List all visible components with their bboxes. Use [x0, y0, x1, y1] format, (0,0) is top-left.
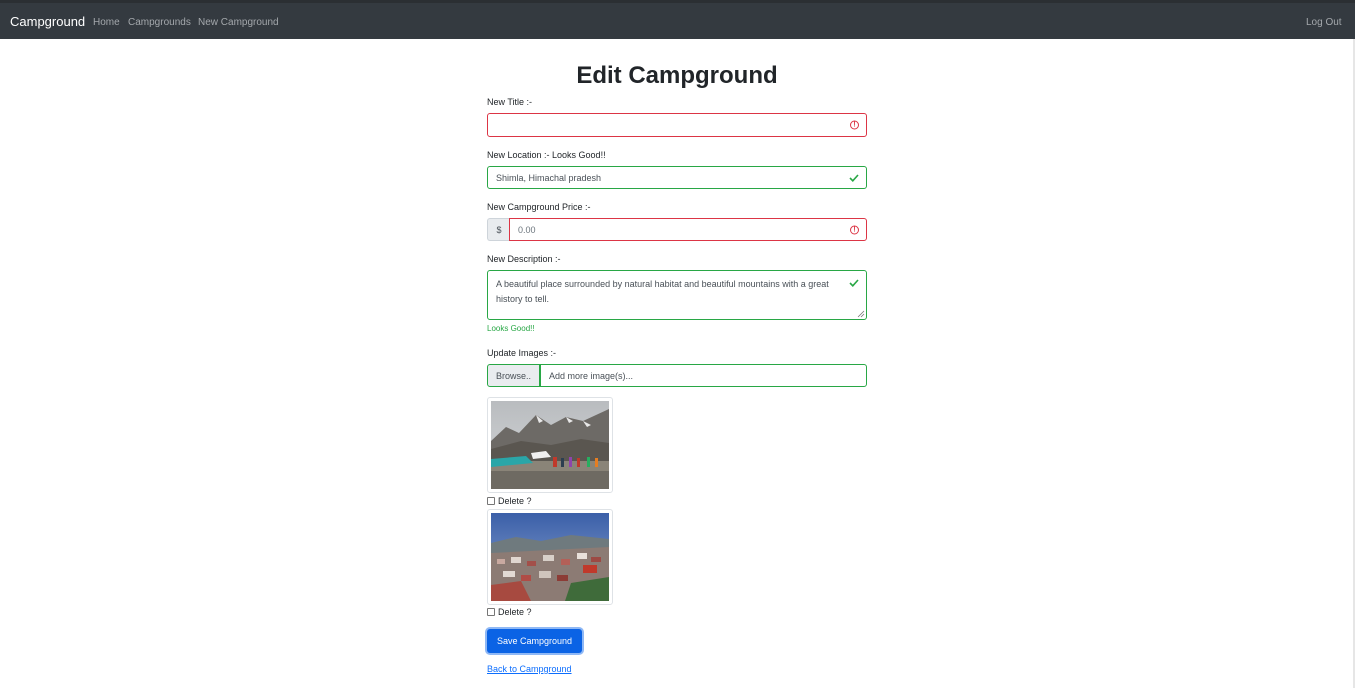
- location-input-value: Shimla, Himachal pradesh: [496, 172, 602, 183]
- campground-image-2: [487, 509, 613, 605]
- description-feedback: Looks Good!!: [487, 324, 535, 333]
- resize-grip-icon[interactable]: [857, 310, 865, 318]
- price-input[interactable]: 0.00 !: [509, 218, 867, 241]
- delete-label-1: Delete ?: [498, 496, 532, 506]
- nav-link-new-campground[interactable]: New Campground: [198, 17, 279, 28]
- price-label: New Campground Price :-: [487, 202, 591, 212]
- delete-checkbox-1[interactable]: [487, 497, 495, 505]
- save-campground-button[interactable]: Save Campground: [487, 629, 582, 653]
- location-input[interactable]: Shimla, Himachal pradesh: [487, 166, 867, 189]
- invalid-icon: !: [850, 120, 859, 130]
- delete-image-1: Delete ?: [487, 496, 532, 506]
- check-icon: [849, 279, 859, 288]
- delete-label-2: Delete ?: [498, 607, 532, 617]
- title-label: New Title :-: [487, 97, 533, 107]
- delete-checkbox-2[interactable]: [487, 608, 495, 616]
- nav-link-logout[interactable]: Log Out: [1306, 17, 1342, 28]
- images-label: Update Images :-: [487, 348, 557, 358]
- price-input-placeholder: 0.00: [518, 224, 536, 235]
- nav-link-home[interactable]: Home: [93, 17, 120, 28]
- browse-button[interactable]: Browse..: [487, 364, 540, 387]
- description-textarea[interactable]: A beautiful place surrounded by natural …: [487, 270, 867, 320]
- currency-prefix: $: [487, 218, 510, 241]
- file-input[interactable]: Add more image(s)...: [540, 364, 867, 387]
- description-label: New Description :-: [487, 254, 561, 264]
- back-to-campground-link[interactable]: Back to Campground: [487, 664, 572, 674]
- title-input[interactable]: !: [487, 113, 867, 137]
- nav-link-campgrounds[interactable]: Campgrounds: [128, 17, 191, 28]
- navbar: Campground Home Campgrounds New Campgrou…: [0, 0, 1355, 39]
- delete-image-2: Delete ?: [487, 607, 532, 617]
- check-icon: [849, 173, 859, 182]
- location-label: New Location :- Looks Good!!: [487, 150, 606, 160]
- navbar-brand[interactable]: Campground: [10, 14, 85, 29]
- campground-image-1: [487, 397, 613, 493]
- invalid-icon: !: [850, 225, 859, 234]
- description-textarea-value: A beautiful place surrounded by natural …: [496, 279, 829, 304]
- page-title: Edit Campground: [576, 62, 778, 89]
